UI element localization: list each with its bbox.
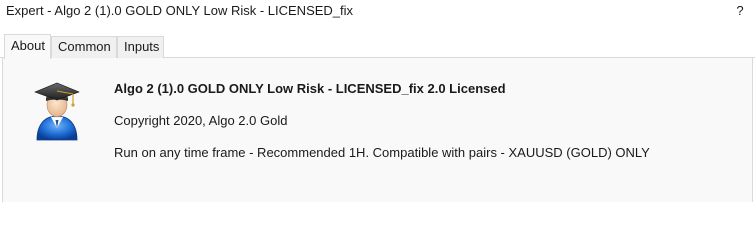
title-bar: Expert - Algo 2 (1).0 GOLD ONLY Low Risk… bbox=[0, 0, 755, 24]
expert-properties-window: Expert - Algo 2 (1).0 GOLD ONLY Low Risk… bbox=[0, 0, 755, 202]
tab-strip: About Common Inputs bbox=[2, 34, 753, 59]
tab-common[interactable]: Common bbox=[51, 36, 117, 58]
about-panel: Algo 2 (1).0 GOLD ONLY Low Risk - LICENS… bbox=[2, 58, 753, 202]
tab-inputs[interactable]: Inputs bbox=[117, 36, 164, 58]
graduate-user-icon bbox=[34, 82, 80, 141]
window-title: Expert - Algo 2 (1).0 GOLD ONLY Low Risk… bbox=[6, 3, 354, 18]
expert-copyright: Copyright 2020, Algo 2.0 Gold bbox=[114, 113, 288, 128]
expert-description: Run on any time frame - Recommended 1H. … bbox=[114, 145, 650, 160]
tab-about[interactable]: About bbox=[4, 34, 51, 59]
expert-title: Algo 2 (1).0 GOLD ONLY Low Risk - LICENS… bbox=[114, 81, 506, 96]
help-button[interactable]: ? bbox=[733, 2, 747, 20]
